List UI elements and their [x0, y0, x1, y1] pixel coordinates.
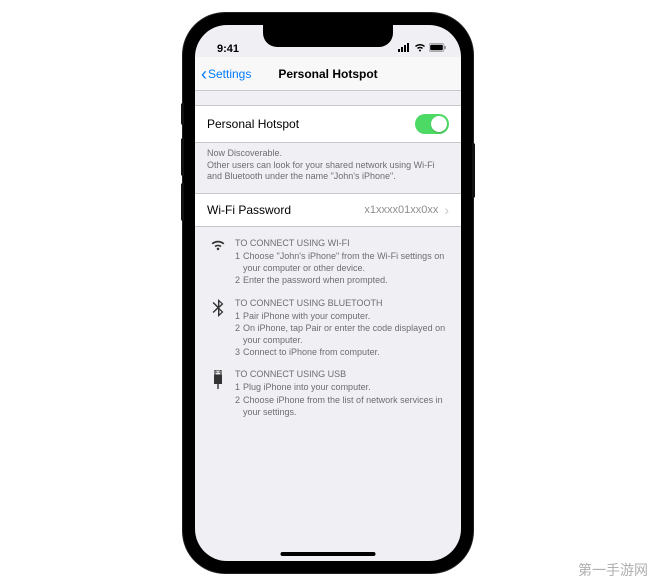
back-button[interactable]: ‹ Settings	[201, 65, 251, 83]
volume-down-button	[181, 183, 184, 221]
usb-step-1: Plug iPhone into your computer.	[243, 381, 371, 393]
bluetooth-icon	[207, 297, 229, 359]
hotspot-toggle-row[interactable]: Personal Hotspot	[195, 105, 461, 143]
bt-step-2: On iPhone, tap Pair or enter the code di…	[243, 322, 449, 346]
wifi-icon	[207, 237, 229, 287]
bt-step-1: Pair iPhone with your computer.	[243, 310, 370, 322]
instructions-usb-heading: TO CONNECT USING USB	[235, 368, 449, 380]
home-indicator[interactable]	[281, 552, 376, 556]
usb-icon	[207, 368, 229, 418]
volume-up-button	[181, 138, 184, 176]
mute-switch	[181, 103, 184, 125]
battery-icon	[429, 43, 447, 55]
wifi-step-2: Enter the password when prompted.	[243, 274, 388, 286]
usb-step-2: Choose iPhone from the list of network s…	[243, 394, 449, 418]
screen: 9:41 ‹ Settings Personal Hotspot	[195, 25, 461, 561]
side-button	[472, 143, 475, 198]
watermark: 第一手游网	[578, 560, 648, 580]
instructions-wifi: TO CONNECT USING WI-FI 1Choose "John's i…	[195, 227, 461, 287]
chevron-right-icon: ›	[444, 202, 449, 218]
instructions-usb: TO CONNECT USING USB 1Plug iPhone into y…	[195, 358, 461, 418]
wifi-password-value: x1xxxx01xx0xx	[364, 204, 438, 216]
phone-frame: 9:41 ‹ Settings Personal Hotspot	[183, 13, 473, 573]
helper-line-2: Other users can look for your shared net…	[207, 160, 449, 183]
cellular-icon	[398, 43, 411, 55]
status-indicators	[398, 43, 447, 55]
bt-step-3: Connect to iPhone from computer.	[243, 346, 380, 358]
wifi-password-row[interactable]: Wi-Fi Password x1xxxx01xx0xx ›	[195, 193, 461, 227]
back-label: Settings	[208, 67, 251, 81]
instructions-bluetooth: TO CONNECT USING BLUETOOTH 1Pair iPhone …	[195, 287, 461, 359]
hotspot-label: Personal Hotspot	[207, 117, 299, 131]
wifi-password-label: Wi-Fi Password	[207, 203, 291, 217]
content: Personal Hotspot Now Discoverable. Other…	[195, 91, 461, 561]
status-time: 9:41	[217, 43, 239, 55]
chevron-left-icon: ‹	[201, 65, 207, 83]
hotspot-toggle[interactable]	[415, 114, 449, 134]
wifi-step-1: Choose "John's iPhone" from the Wi-Fi se…	[243, 250, 449, 274]
instructions-bluetooth-heading: TO CONNECT USING BLUETOOTH	[235, 297, 449, 309]
nav-bar: ‹ Settings Personal Hotspot	[195, 57, 461, 91]
discoverable-helper: Now Discoverable. Other users can look f…	[195, 143, 461, 193]
wifi-icon	[414, 43, 426, 55]
instructions-wifi-heading: TO CONNECT USING WI-FI	[235, 237, 449, 249]
helper-line-1: Now Discoverable.	[207, 148, 449, 160]
page-title: Personal Hotspot	[278, 67, 377, 81]
notch	[263, 25, 393, 47]
